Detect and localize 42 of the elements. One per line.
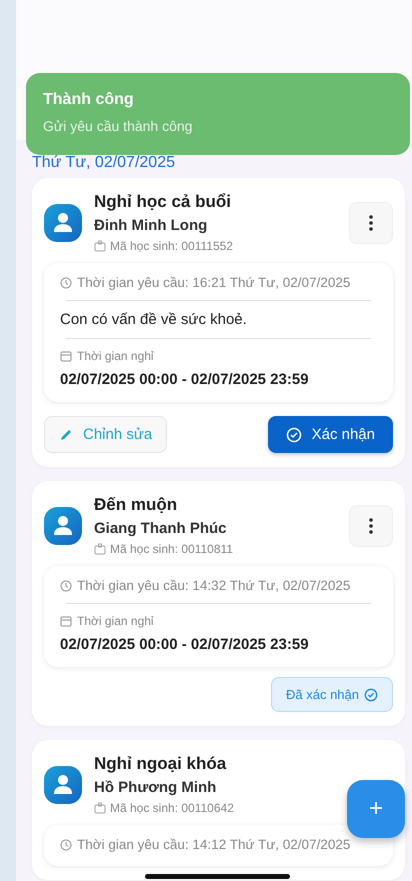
confirm-button[interactable]: Xác nhận — [268, 416, 393, 453]
date-heading: Thứ Tư, 02/07/2025 — [32, 154, 176, 172]
check-circle-icon — [364, 688, 378, 702]
reason-text: Con có vấn đề về sức khoẻ. — [60, 311, 248, 328]
vertical-dots-icon — [369, 518, 373, 534]
request-time: Thời gian yêu cầu: 14:32 Thứ Tư, 02/07/2025 — [77, 578, 350, 593]
vertical-dots-icon — [369, 214, 373, 230]
id-badge-icon — [94, 240, 106, 252]
student-name: Đinh Minh Long — [94, 217, 208, 234]
toast-message: Gửi yêu cầu thành công — [43, 118, 194, 134]
toast-title: Thành công — [43, 91, 135, 109]
calendar-icon — [60, 350, 72, 362]
person-avatar-icon — [44, 204, 82, 242]
request-type: Nghỉ ngoại khóa — [94, 754, 228, 774]
student-id: Mã học sinh: 00110642 — [110, 801, 234, 815]
add-button[interactable]: + — [347, 780, 405, 838]
confirmed-status-badge: Đã xác nhận — [271, 677, 393, 712]
student-name: Giang Thanh Phúc — [94, 520, 228, 537]
clock-icon — [60, 838, 72, 850]
edit-button[interactable]: Chỉnh sửa — [44, 416, 168, 453]
clock-icon — [60, 276, 72, 288]
person-avatar-icon — [44, 766, 82, 804]
id-badge-icon — [94, 543, 106, 555]
more-options-button[interactable] — [349, 504, 393, 546]
request-type: Đến muộn — [94, 495, 178, 515]
more-options-button[interactable] — [349, 202, 393, 244]
request-time: Thời gian yêu cầu: 16:21 Thứ Tư, 02/07/2025 — [77, 275, 350, 290]
leave-label: Thời gian nghỉ — [77, 614, 154, 628]
clock-icon — [60, 580, 72, 592]
id-badge-icon — [94, 802, 106, 814]
student-id: Mã học sinh: 00111552 — [110, 239, 233, 253]
leave-label: Thời gian nghỉ — [77, 349, 154, 363]
pencil-icon — [59, 428, 73, 442]
student-id: Mã học sinh: 00110811 — [110, 542, 233, 556]
request-time: Thời gian yêu cầu: 14:12 Thứ Tư, 02/07/2025 — [77, 837, 350, 852]
request-type: Nghỉ học cả buổi — [94, 192, 232, 212]
student-name: Hồ Phương Minh — [94, 779, 218, 796]
calendar-icon — [60, 615, 72, 627]
leave-range: 02/07/2025 00:00 - 02/07/2025 23:59 — [60, 636, 310, 653]
leave-range: 02/07/2025 00:00 - 02/07/2025 23:59 — [60, 371, 310, 388]
check-circle-icon — [286, 426, 302, 442]
person-avatar-icon — [44, 506, 82, 544]
